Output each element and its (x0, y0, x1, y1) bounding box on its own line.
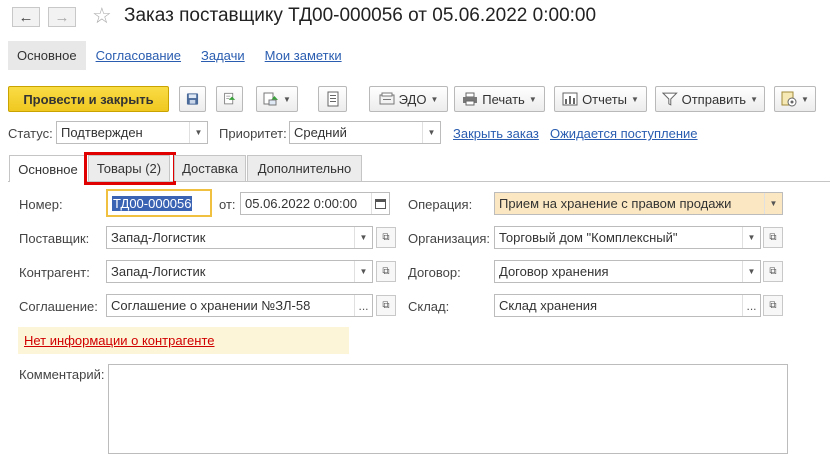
reports-button[interactable]: Отчеты ▼ (554, 86, 647, 112)
tab-additional[interactable]: Дополнительно (247, 155, 362, 181)
open-counterparty-icon[interactable]: ⧉ (376, 261, 396, 282)
chevron-down-icon: ▼ (631, 94, 639, 104)
priority-label: Приоритет: (219, 126, 287, 141)
status-label: Статус: (8, 126, 53, 141)
funnel-send-icon (662, 92, 678, 106)
tab-delivery[interactable]: Доставка (174, 155, 246, 181)
create-based-icon (263, 92, 279, 106)
number-input[interactable]: ТД00-000056 (106, 189, 212, 217)
operation-label: Операция: (408, 197, 473, 212)
create-based-on-button[interactable]: ▼ (256, 86, 298, 112)
chevron-down-icon: ▼ (354, 227, 372, 248)
expected-receipt-link[interactable]: Ожидается поступление (550, 126, 698, 141)
forward-button[interactable]: → (48, 7, 76, 27)
settings-document-icon (781, 91, 797, 107)
open-warehouse-icon[interactable]: ⧉ (763, 295, 783, 316)
comment-textarea[interactable] (108, 364, 788, 454)
open-organization-icon[interactable]: ⧉ (763, 227, 783, 248)
favorite-star-icon[interactable]: ☆ (92, 3, 112, 29)
chevron-down-icon: ▼ (430, 94, 439, 104)
counterparty-warning: Нет информации о контрагенте (18, 327, 349, 354)
warehouse-label: Склад: (408, 299, 450, 314)
from-label: от: (219, 197, 236, 212)
tab-main[interactable]: Основное (9, 155, 87, 182)
ellipsis-icon[interactable]: ... (742, 295, 760, 316)
supplier-label: Поставщик: (19, 231, 90, 246)
chevron-down-icon: ▼ (528, 94, 537, 104)
more-actions-button[interactable]: ▼ (774, 86, 816, 112)
agreement-label: Соглашение: (19, 299, 98, 314)
contract-label: Договор: (408, 265, 461, 280)
chevron-down-icon: ▼ (283, 94, 291, 104)
chevron-down-icon: ▼ (422, 122, 440, 143)
printer-icon (463, 92, 478, 106)
number-label: Номер: (19, 197, 63, 212)
counterparty-select[interactable]: Запад-Логистик ▼ (106, 260, 373, 283)
nav-main[interactable]: Основное (8, 40, 86, 70)
close-order-link[interactable]: Закрыть заказ (453, 126, 539, 141)
goods-tab-highlight (84, 152, 176, 185)
chevron-down-icon: ▼ (750, 94, 758, 104)
supplier-select[interactable]: Запад-Логистик ▼ (106, 226, 373, 249)
back-button[interactable]: ← (12, 7, 40, 27)
warehouse-select[interactable]: Склад хранения ... (494, 294, 761, 317)
nav-approval[interactable]: Согласование (96, 48, 181, 63)
open-contract-icon[interactable]: ⧉ (763, 261, 783, 282)
arrow-right-icon: → (54, 8, 70, 26)
counterparty-label: Контрагент: (19, 265, 90, 280)
edo-icon (379, 92, 395, 105)
arrow-left-icon: ← (18, 8, 34, 26)
nav-tasks[interactable]: Задачи (201, 48, 245, 63)
post-button[interactable] (216, 86, 243, 112)
no-counterparty-info-link[interactable]: Нет информации о контрагенте (24, 333, 215, 348)
send-button[interactable]: Отправить ▼ (655, 86, 765, 112)
chevron-down-icon: ▼ (742, 261, 760, 282)
agreement-select[interactable]: Соглашение о хранении №ЗЛ-58 ... (106, 294, 373, 317)
reports-icon (562, 92, 578, 106)
post-and-close-button[interactable]: Провести и закрыть (8, 86, 169, 112)
operation-select[interactable]: Прием на хранение с правом продажи ▼ (494, 192, 783, 215)
chevron-down-icon: ▼ (189, 122, 207, 143)
chevron-down-icon: ▼ (801, 94, 809, 104)
document-list-icon (327, 91, 338, 107)
edo-button[interactable]: ЭДО ▼ (369, 86, 448, 112)
organization-label: Организация: (408, 231, 491, 246)
chevron-down-icon: ▼ (764, 193, 782, 214)
floppy-icon (186, 93, 199, 105)
open-agreement-icon[interactable]: ⧉ (376, 295, 396, 316)
chevron-down-icon: ▼ (742, 227, 760, 248)
print-button[interactable]: Печать ▼ (454, 86, 545, 112)
contract-select[interactable]: Договор хранения ▼ (494, 260, 761, 283)
page-title: Заказ поставщику ТД00-000056 от 05.06.20… (124, 5, 597, 26)
structure-button[interactable] (318, 86, 347, 112)
save-button[interactable] (179, 86, 206, 112)
date-input[interactable]: 05.06.2022 0:00:00 (240, 192, 390, 215)
nav-notes[interactable]: Мои заметки (265, 48, 342, 63)
comment-label: Комментарий: (19, 367, 105, 382)
calendar-icon[interactable] (371, 193, 389, 214)
open-supplier-icon[interactable]: ⧉ (376, 227, 396, 248)
section-nav: Основное Согласование Задачи Мои заметки (8, 40, 342, 70)
status-select[interactable]: Подтвержден ▼ (56, 121, 208, 144)
chevron-down-icon: ▼ (354, 261, 372, 282)
organization-select[interactable]: Торговый дом "Комплексный" ▼ (494, 226, 761, 249)
priority-select[interactable]: Средний ▼ (289, 121, 441, 144)
post-document-icon (224, 92, 236, 105)
ellipsis-icon[interactable]: ... (354, 295, 372, 316)
